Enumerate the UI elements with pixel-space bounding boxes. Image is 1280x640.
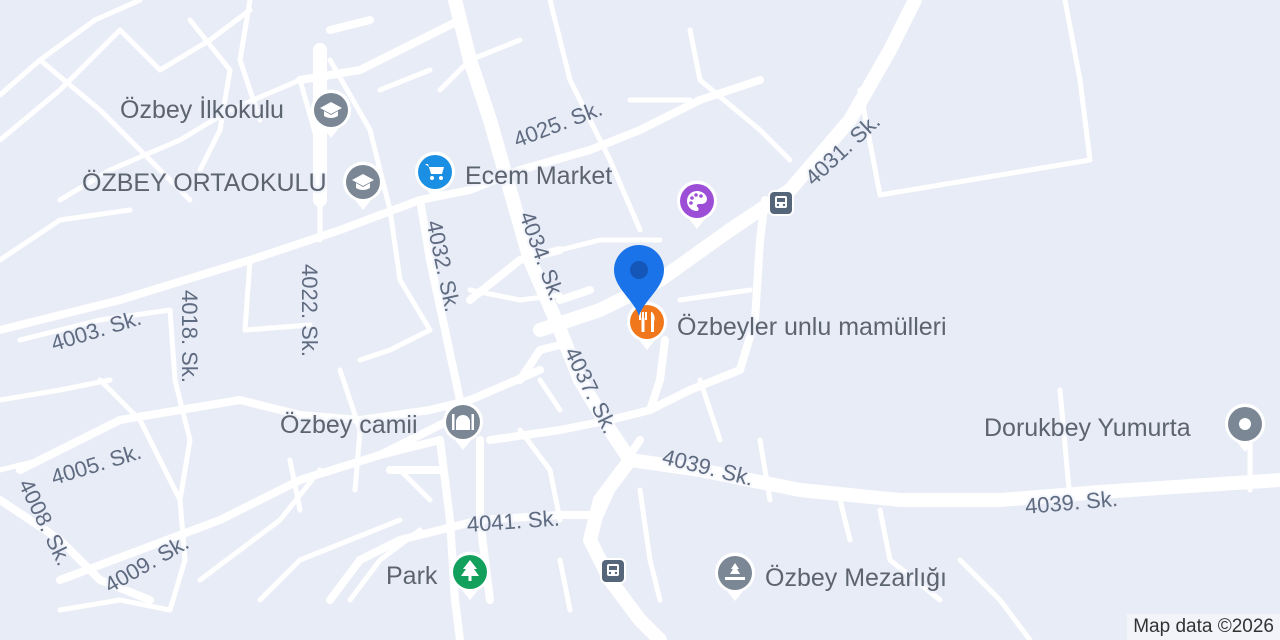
cemetery-pin[interactable] bbox=[713, 551, 757, 603]
place-pin-dorukbey[interactable] bbox=[1223, 402, 1267, 454]
school-pin-ilkokulu[interactable] bbox=[309, 88, 353, 140]
bus-stop-icon[interactable] bbox=[600, 558, 626, 584]
place-icon bbox=[1239, 418, 1251, 430]
art-pin[interactable] bbox=[675, 179, 719, 231]
poi-label-park[interactable]: Park bbox=[386, 562, 437, 591]
map-attribution: Map data ©2026 bbox=[1127, 614, 1280, 640]
poi-label-market[interactable]: Ecem Market bbox=[465, 162, 612, 191]
poi-label-ortaokulu[interactable]: ÖZBEY ORTAOKULU bbox=[82, 169, 327, 198]
poi-label-bakery[interactable]: Özbeyler unlu mamülleri bbox=[677, 313, 947, 342]
poi-label-dorukbey[interactable]: Dorukbey Yumurta bbox=[984, 414, 1191, 443]
poi-label-ilkokulu[interactable]: Özbey İlkokulu bbox=[120, 96, 284, 125]
mosque-pin[interactable] bbox=[441, 400, 485, 452]
location-pin[interactable] bbox=[612, 244, 666, 318]
street-label-4022: 4022. Sk. bbox=[297, 264, 322, 357]
poi-label-mosque[interactable]: Özbey camii bbox=[280, 411, 418, 440]
map-canvas[interactable]: 4025. Sk. 4031. Sk. 4003. Sk. 4032. Sk. … bbox=[0, 0, 1280, 640]
market-pin[interactable] bbox=[413, 150, 457, 202]
poi-label-cemetery[interactable]: Özbey Mezarlığı bbox=[765, 564, 947, 593]
school-pin-ortaokulu[interactable] bbox=[341, 160, 385, 212]
park-pin[interactable] bbox=[448, 550, 492, 602]
bus-stop-icon[interactable] bbox=[768, 190, 794, 216]
street-label-4018: 4018. Sk. bbox=[177, 290, 202, 383]
